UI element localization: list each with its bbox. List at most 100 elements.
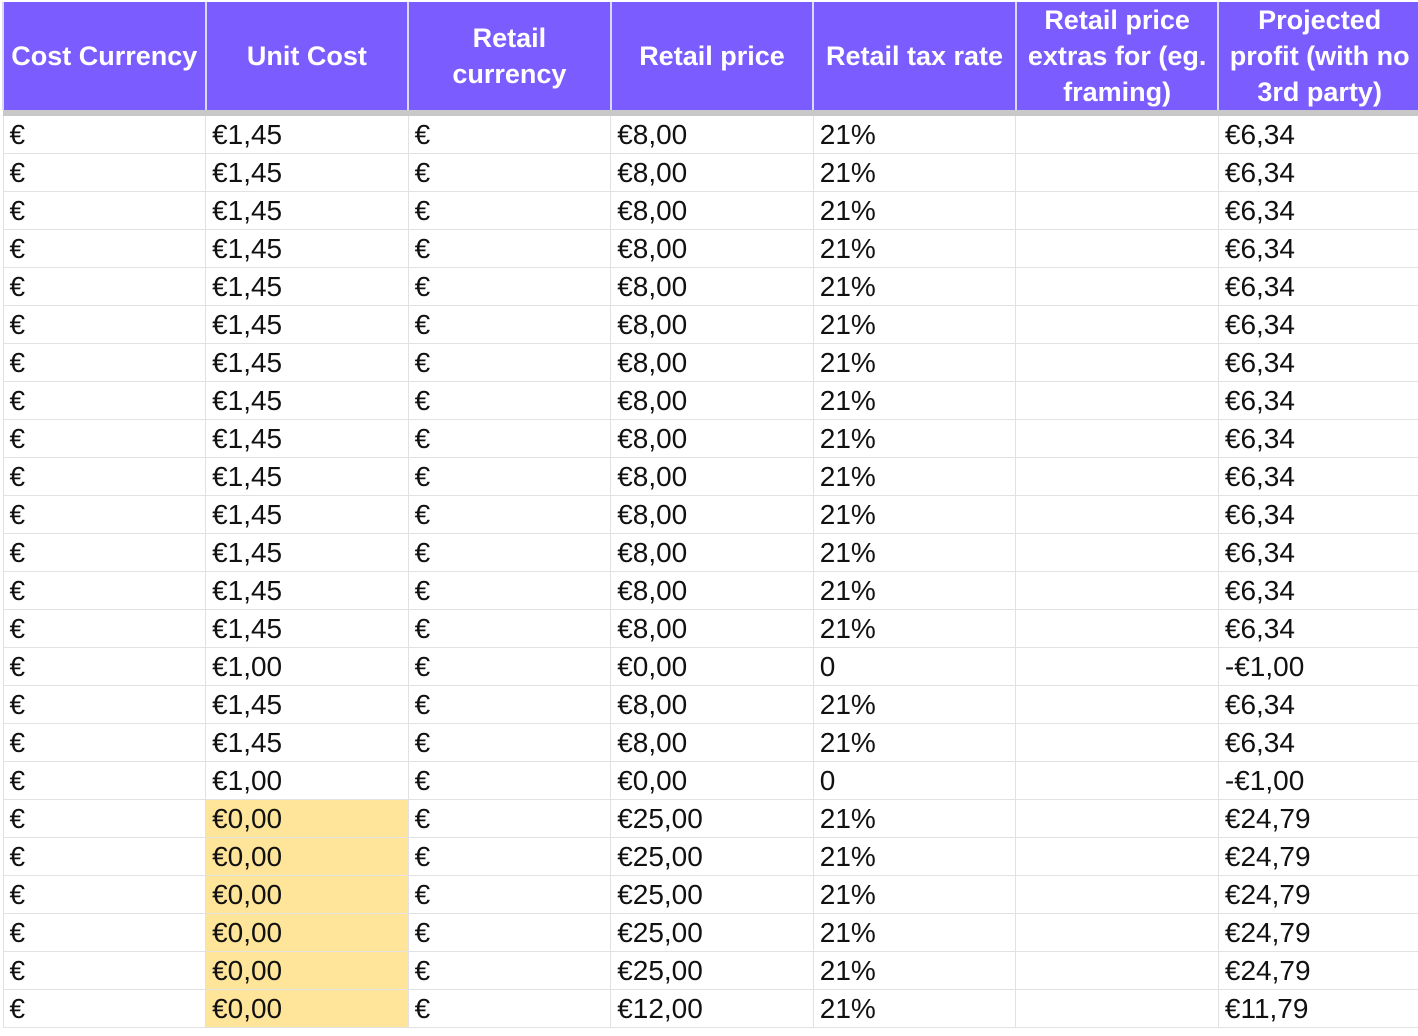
cell-retail-price-extras[interactable] [1015,116,1219,154]
cell-retail-currency[interactable]: € [407,419,612,458]
cell-retail-price[interactable]: €8,00 [610,305,814,344]
cell-retail-price-extras[interactable] [1015,685,1219,724]
header-retail-tax-rate[interactable]: Retail tax rate [812,2,1017,110]
cell-retail-price[interactable]: €25,00 [610,875,814,914]
cell-retail-price[interactable]: €8,00 [610,191,814,230]
cell-retail-currency[interactable]: € [407,723,612,762]
cell-retail-tax-rate[interactable]: 21% [812,116,1017,154]
cell-retail-tax-rate[interactable]: 21% [812,913,1017,952]
cell-projected-profit[interactable]: -€1,00 [1217,647,1418,686]
cell-retail-price-extras[interactable] [1015,229,1219,268]
cell-unit-cost[interactable]: €1,45 [205,116,409,154]
cell-retail-tax-rate[interactable]: 21% [812,495,1017,534]
cell-retail-price[interactable]: €12,00 [610,989,814,1028]
cell-cost-currency[interactable]: € [2,685,207,724]
cell-retail-price-extras[interactable] [1015,457,1219,496]
cell-retail-price-extras[interactable] [1015,913,1219,952]
cell-retail-price-extras[interactable] [1015,343,1219,382]
cell-retail-price[interactable]: €8,00 [610,343,814,382]
cell-projected-profit[interactable]: €6,34 [1217,229,1418,268]
cell-retail-price[interactable]: €25,00 [610,837,814,876]
cell-unit-cost[interactable]: €1,45 [205,685,409,724]
cell-retail-price-extras[interactable] [1015,381,1219,420]
cell-retail-price[interactable]: €8,00 [610,116,814,154]
cell-retail-tax-rate[interactable]: 21% [812,267,1017,306]
cell-retail-tax-rate[interactable]: 21% [812,533,1017,572]
cell-retail-tax-rate[interactable]: 21% [812,343,1017,382]
cell-cost-currency[interactable]: € [2,343,207,382]
cell-unit-cost[interactable]: €1,45 [205,305,409,344]
header-projected-profit[interactable]: Projected profit (with no 3rd party) [1217,2,1418,110]
cell-projected-profit[interactable]: €6,34 [1217,116,1418,154]
cell-unit-cost[interactable]: €0,00 [205,837,409,876]
cell-cost-currency[interactable]: € [2,571,207,610]
cell-projected-profit[interactable]: €24,79 [1217,799,1418,838]
cell-retail-tax-rate[interactable]: 21% [812,685,1017,724]
cell-retail-tax-rate[interactable]: 21% [812,799,1017,838]
cell-projected-profit[interactable]: €6,34 [1217,457,1418,496]
cell-retail-price-extras[interactable] [1015,571,1219,610]
cell-unit-cost[interactable]: €1,45 [205,343,409,382]
cell-unit-cost[interactable]: €0,00 [205,989,409,1028]
cell-unit-cost[interactable]: €1,45 [205,533,409,572]
cell-cost-currency[interactable]: € [2,116,207,154]
cell-retail-currency[interactable]: € [407,571,612,610]
cell-retail-tax-rate[interactable]: 21% [812,837,1017,876]
header-cost-currency[interactable]: Cost Currency [2,2,207,110]
cell-retail-currency[interactable]: € [407,495,612,534]
cell-retail-currency[interactable]: € [407,989,612,1028]
cell-retail-currency[interactable]: € [407,913,612,952]
cell-retail-currency[interactable]: € [407,343,612,382]
cell-projected-profit[interactable]: €6,34 [1217,685,1418,724]
cell-retail-price[interactable]: €8,00 [610,685,814,724]
cell-projected-profit[interactable]: €6,34 [1217,191,1418,230]
cell-retail-price-extras[interactable] [1015,837,1219,876]
cell-retail-tax-rate[interactable]: 21% [812,723,1017,762]
cell-retail-price-extras[interactable] [1015,761,1219,800]
cell-retail-price[interactable]: €8,00 [610,381,814,420]
cell-cost-currency[interactable]: € [2,989,207,1028]
cell-projected-profit[interactable]: €6,34 [1217,381,1418,420]
cell-retail-price[interactable]: €8,00 [610,723,814,762]
cell-retail-currency[interactable]: € [407,875,612,914]
cell-retail-price-extras[interactable] [1015,533,1219,572]
cell-unit-cost[interactable]: €1,45 [205,267,409,306]
cell-retail-price-extras[interactable] [1015,267,1219,306]
cell-retail-currency[interactable]: € [407,229,612,268]
cell-unit-cost[interactable]: €0,00 [205,799,409,838]
cell-retail-price[interactable]: €8,00 [610,267,814,306]
cell-unit-cost[interactable]: €0,00 [205,875,409,914]
cell-unit-cost[interactable]: €1,45 [205,229,409,268]
cell-retail-currency[interactable]: € [407,116,612,154]
cell-projected-profit[interactable]: €24,79 [1217,837,1418,876]
header-retail-currency[interactable]: Retail currency [407,2,612,110]
cell-cost-currency[interactable]: € [2,647,207,686]
cell-retail-currency[interactable]: € [407,647,612,686]
cell-cost-currency[interactable]: € [2,381,207,420]
cell-unit-cost[interactable]: €1,45 [205,381,409,420]
cell-unit-cost[interactable]: €0,00 [205,951,409,990]
cell-retail-currency[interactable]: € [407,457,612,496]
cell-retail-tax-rate[interactable]: 0 [812,647,1017,686]
cell-retail-price-extras[interactable] [1015,989,1219,1028]
cell-projected-profit[interactable]: €6,34 [1217,419,1418,458]
cell-projected-profit[interactable]: €6,34 [1217,723,1418,762]
cell-retail-price[interactable]: €8,00 [610,533,814,572]
cell-cost-currency[interactable]: € [2,875,207,914]
cell-retail-price[interactable]: €8,00 [610,153,814,192]
cell-cost-currency[interactable]: € [2,837,207,876]
cell-projected-profit[interactable]: €6,34 [1217,609,1418,648]
cell-retail-currency[interactable]: € [407,685,612,724]
cell-cost-currency[interactable]: € [2,723,207,762]
cell-retail-price[interactable]: €25,00 [610,913,814,952]
header-retail-price-extras[interactable]: Retail price extras for (eg. framing) [1014,2,1220,110]
cell-retail-price[interactable]: €8,00 [610,495,814,534]
cell-retail-price-extras[interactable] [1015,191,1219,230]
cell-retail-currency[interactable]: € [407,799,612,838]
cell-cost-currency[interactable]: € [2,609,207,648]
cell-retail-tax-rate[interactable]: 21% [812,381,1017,420]
cell-retail-price[interactable]: €8,00 [610,609,814,648]
cell-projected-profit[interactable]: €24,79 [1217,951,1418,990]
cell-retail-price[interactable]: €8,00 [610,571,814,610]
cell-projected-profit[interactable]: €6,34 [1217,305,1418,344]
